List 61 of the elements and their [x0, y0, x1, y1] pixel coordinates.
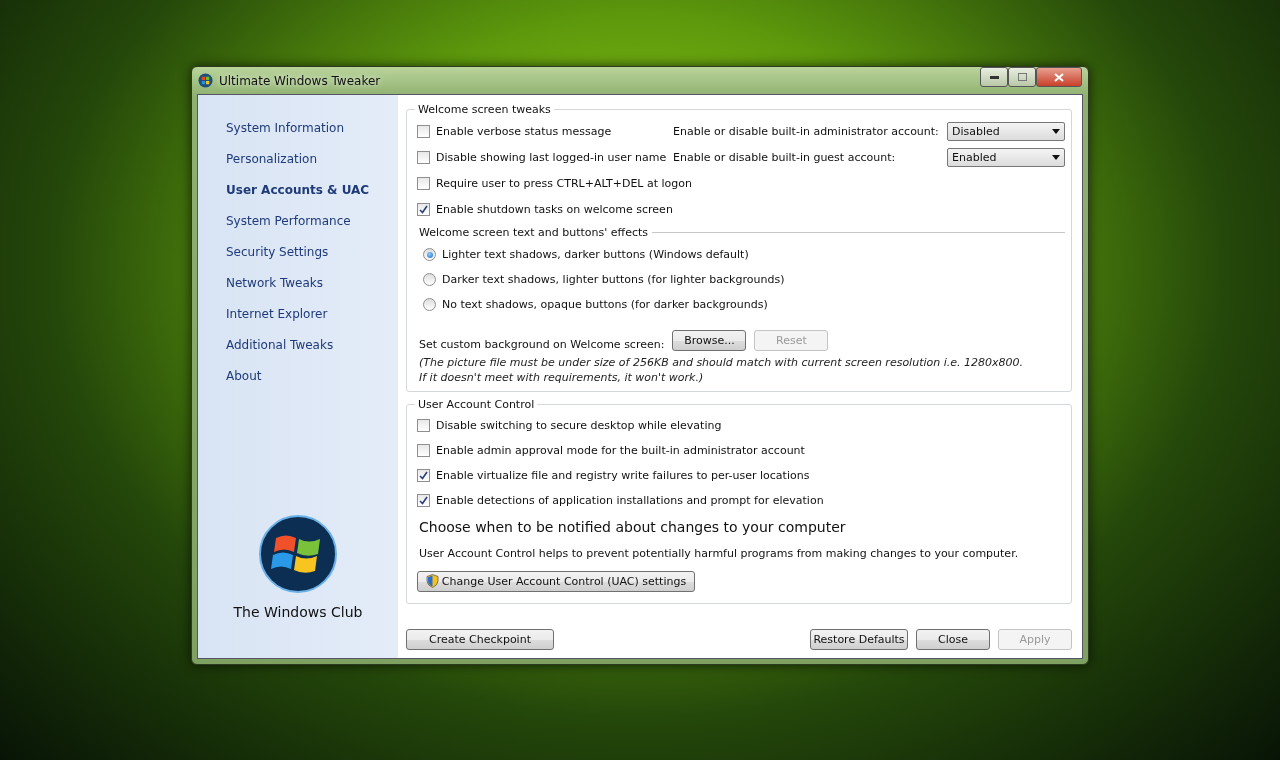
- dropdown[interactable]: Disabled: [947, 121, 1065, 141]
- push-button[interactable]: Restore Defaults: [810, 629, 908, 650]
- sidebar-item[interactable]: System Information: [226, 121, 398, 152]
- dropdown-label: Enable or disable built-in administrator account:: [673, 124, 939, 138]
- push-button[interactable]: Close: [916, 629, 990, 650]
- minimize-button[interactable]: [980, 67, 1008, 87]
- radio-option[interactable]: No text shadows, opaque buttons (for darker backgrounds): [423, 298, 768, 311]
- dropdown-label: Enable or disable built-in guest account:: [673, 150, 896, 164]
- checkbox-box[interactable]: [417, 202, 430, 216]
- checkbox[interactable]: Enable admin approval mode for the built-in administrator account: [417, 444, 805, 457]
- caret-icon: [1052, 128, 1060, 134]
- checkbox-box[interactable]: [417, 150, 430, 164]
- dropdown[interactable]: Enabled: [947, 147, 1065, 167]
- radio-button[interactable]: [423, 248, 436, 261]
- checkbox[interactable]: Enable virtualize file and registry write failures to per-user locations: [417, 469, 810, 482]
- sidebar-item[interactable]: Network Tweaks: [226, 276, 398, 307]
- note-text: If it doesn't meet with requirements, it won't work.): [418, 370, 705, 385]
- checkbox[interactable]: Enable verbose status message: [417, 124, 673, 138]
- shield-icon: [425, 574, 439, 588]
- close-button[interactable]: [1036, 67, 1082, 87]
- caret-icon: [1052, 154, 1060, 160]
- window-title: Ultimate Windows Tweaker: [219, 73, 381, 88]
- app-logo-icon: [198, 73, 213, 88]
- group-title: User Account Control: [417, 398, 536, 411]
- field-label: Set custom background on Welcome screen:: [419, 338, 665, 351]
- push-button[interactable]: Create Checkpoint: [406, 629, 554, 650]
- checkbox[interactable]: Enable detections of application installations and prompt for elevation: [417, 494, 824, 507]
- uac-settings-button[interactable]: Change User Account Control (UAC) settings: [417, 570, 695, 592]
- checkbox-box[interactable]: [417, 176, 430, 190]
- minimize-icon: [989, 75, 999, 79]
- checkbox-box[interactable]: [417, 124, 430, 138]
- sidebar-item[interactable]: Personalization: [226, 152, 398, 183]
- radio-button[interactable]: [423, 298, 436, 311]
- radio-option[interactable]: Lighter text shadows, darker buttons (Windows default): [423, 248, 749, 261]
- checkbox-box[interactable]: [417, 469, 430, 482]
- checkbox-box[interactable]: [417, 494, 430, 507]
- maximize-button[interactable]: [1008, 67, 1036, 87]
- windows-logo-icon: [258, 514, 338, 594]
- logo-caption: The Windows Club: [233, 604, 363, 620]
- radio-option[interactable]: Darker text shadows, lighter buttons (for lighter backgrounds): [423, 273, 785, 286]
- checkbox[interactable]: Disable switching to secure desktop while elevating: [417, 419, 722, 432]
- section-title: Welcome screen text and buttons' effects: [419, 225, 648, 239]
- sidebar-item[interactable]: User Accounts & UAC: [226, 183, 398, 214]
- group-title: Welcome screen tweaks: [417, 103, 552, 116]
- sidebar-item[interactable]: Additional Tweaks: [226, 338, 398, 369]
- checkbox-box[interactable]: [417, 419, 430, 432]
- checkbox-box[interactable]: [417, 444, 430, 457]
- maximize-icon: [1017, 73, 1027, 81]
- sidebar-item[interactable]: Security Settings: [226, 245, 398, 276]
- sidebar-item[interactable]: System Performance: [226, 214, 398, 245]
- description-text: User Account Control helps to prevent potentially harmful programs from making changes to your computer.: [418, 545, 1020, 562]
- radio-button[interactable]: [423, 273, 436, 286]
- checkbox[interactable]: Enable shutdown tasks on welcome screen: [417, 202, 673, 216]
- note-text: (The picture file must be under size of 256KB and should match with current screen resolution i.e. 1280x800.: [418, 355, 1025, 370]
- push-button[interactable]: Browse...: [672, 330, 747, 351]
- sidebar-item[interactable]: Internet Explorer: [226, 307, 398, 338]
- sidebar-item[interactable]: About: [226, 369, 398, 400]
- checkbox[interactable]: Disable showing last logged-in user name: [417, 150, 673, 164]
- section-heading: Choose when to be notified about changes to your computer: [418, 518, 847, 537]
- checkbox[interactable]: Require user to press CTRL+ALT+DEL at logon: [417, 176, 693, 190]
- close-icon: [1054, 72, 1064, 82]
